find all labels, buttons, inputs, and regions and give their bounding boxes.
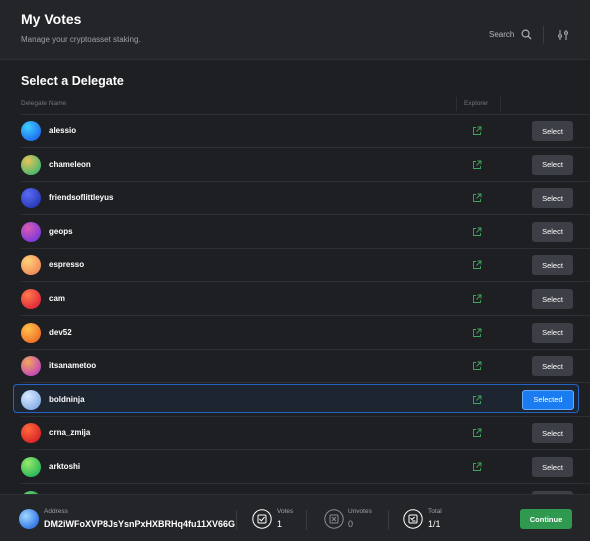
delegate-avatar xyxy=(21,423,41,444)
select-button[interactable]: Select xyxy=(532,289,573,309)
external-link-icon[interactable] xyxy=(472,260,482,270)
delegate-row[interactable]: espresso Select xyxy=(0,248,590,283)
external-link-icon[interactable] xyxy=(472,428,482,438)
delegate-row[interactable]: crna_zmija Select xyxy=(0,416,590,451)
delegate-name: itsanametoo xyxy=(49,361,97,371)
select-button[interactable]: Select xyxy=(532,154,573,175)
selected-button[interactable]: Selected xyxy=(522,389,574,410)
page-subtitle: Manage your cryptoasset staking. xyxy=(21,35,141,44)
external-link-icon[interactable] xyxy=(472,395,482,405)
total-icon xyxy=(403,509,423,529)
external-link-icon[interactable] xyxy=(472,160,482,170)
column-divider xyxy=(456,97,457,111)
address-label: Address xyxy=(44,508,68,515)
unvotes-count: 0 xyxy=(348,519,354,529)
delegate-name: chameleon xyxy=(49,159,91,169)
delegate-avatar xyxy=(21,121,41,141)
delegate-avatar xyxy=(21,154,41,175)
delegate-list: alessio Select chameleon Select friendsofl… xyxy=(0,114,590,494)
delegate-avatar xyxy=(21,457,41,477)
delegate-name: dev52 xyxy=(49,327,72,337)
search-label: Search xyxy=(489,30,515,39)
unvotes-icon xyxy=(324,509,344,529)
delegate-row[interactable]: dev52 Select xyxy=(0,316,590,350)
delegate-name: espresso xyxy=(49,260,85,270)
delegate-name: arktoshi xyxy=(49,462,81,471)
vote-summary-footer: Address DM2iWFoXVP8JsYsnPxHXBRHq4fu11XV6… xyxy=(0,494,590,541)
delegate-row[interactable]: geops Select xyxy=(0,215,590,249)
continue-button[interactable]: Continue xyxy=(520,509,572,529)
delegate-row[interactable]: boldninja Selected xyxy=(0,383,590,417)
delegate-avatar xyxy=(21,322,41,343)
delegate-avatar xyxy=(21,221,41,242)
delegate-name: cam xyxy=(49,294,66,303)
delegate-name: crna_zmija xyxy=(49,428,91,438)
header-divider xyxy=(543,26,544,44)
column-divider xyxy=(500,97,501,111)
footer-divider xyxy=(236,510,237,530)
delegate-row[interactable]: alessio Select xyxy=(0,114,590,148)
delegate-row[interactable]: chameleon Select xyxy=(0,148,590,182)
external-link-icon[interactable] xyxy=(472,294,482,304)
search-button[interactable]: Search xyxy=(489,29,532,40)
delegate-avatar xyxy=(21,255,41,276)
votes-icon xyxy=(252,509,272,529)
delegate-avatar xyxy=(21,188,41,209)
column-header-name: Delegate Name xyxy=(21,100,67,107)
delegate-row[interactable]: friendsoflittleyus Select xyxy=(0,181,590,216)
votes-count: 1 xyxy=(277,519,283,529)
delegate-row[interactable]: itsanametoo Select xyxy=(0,349,590,384)
delegate-avatar xyxy=(21,289,41,309)
external-link-icon[interactable] xyxy=(472,126,482,136)
external-link-icon[interactable] xyxy=(472,193,482,203)
delegate-name: boldninja xyxy=(49,394,85,404)
select-button[interactable]: Select xyxy=(532,255,573,276)
votes-label: Votes xyxy=(277,508,294,515)
column-header-explorer: Explorer xyxy=(464,100,489,107)
delegate-name: friendsoflittleyus xyxy=(49,193,114,203)
filter-icon[interactable] xyxy=(557,29,569,41)
total-label: Total xyxy=(428,508,442,515)
unvotes-label: Unvotes xyxy=(348,508,372,515)
external-link-icon[interactable] xyxy=(472,227,482,237)
select-button[interactable]: Select xyxy=(532,457,573,477)
select-button[interactable]: Select xyxy=(532,356,573,377)
wallet-address: DM2iWFoXVP8JsYsnPxHXBRHq4fu11XV66G xyxy=(44,519,236,529)
section-title: Select a Delegate xyxy=(21,74,124,88)
external-link-icon[interactable] xyxy=(472,328,482,338)
total-count: 1/1 xyxy=(428,519,441,529)
select-button[interactable]: Select xyxy=(532,188,573,209)
wallet-avatar xyxy=(19,509,39,529)
external-link-icon[interactable] xyxy=(472,361,482,371)
select-button[interactable]: Select xyxy=(532,423,573,444)
delegate-name: geops xyxy=(49,226,73,236)
delegate-row[interactable] xyxy=(0,484,590,494)
delegate-row[interactable]: cam Select xyxy=(0,282,590,316)
delegate-row[interactable]: arktoshi Select xyxy=(0,450,590,484)
select-button[interactable]: Select xyxy=(532,121,573,141)
footer-divider xyxy=(388,510,389,530)
delegate-avatar xyxy=(21,389,41,410)
search-icon xyxy=(521,29,532,40)
footer-divider xyxy=(306,510,307,530)
delegate-avatar xyxy=(21,356,41,377)
page-header: My Votes Manage your cryptoasset staking… xyxy=(0,0,590,60)
select-button[interactable]: Select xyxy=(532,322,573,343)
select-button[interactable]: Select xyxy=(532,221,573,242)
external-link-icon[interactable] xyxy=(472,462,482,472)
selected-row-highlight xyxy=(13,383,579,413)
page-title: My Votes xyxy=(21,11,82,27)
delegate-name: alessio xyxy=(49,126,77,135)
